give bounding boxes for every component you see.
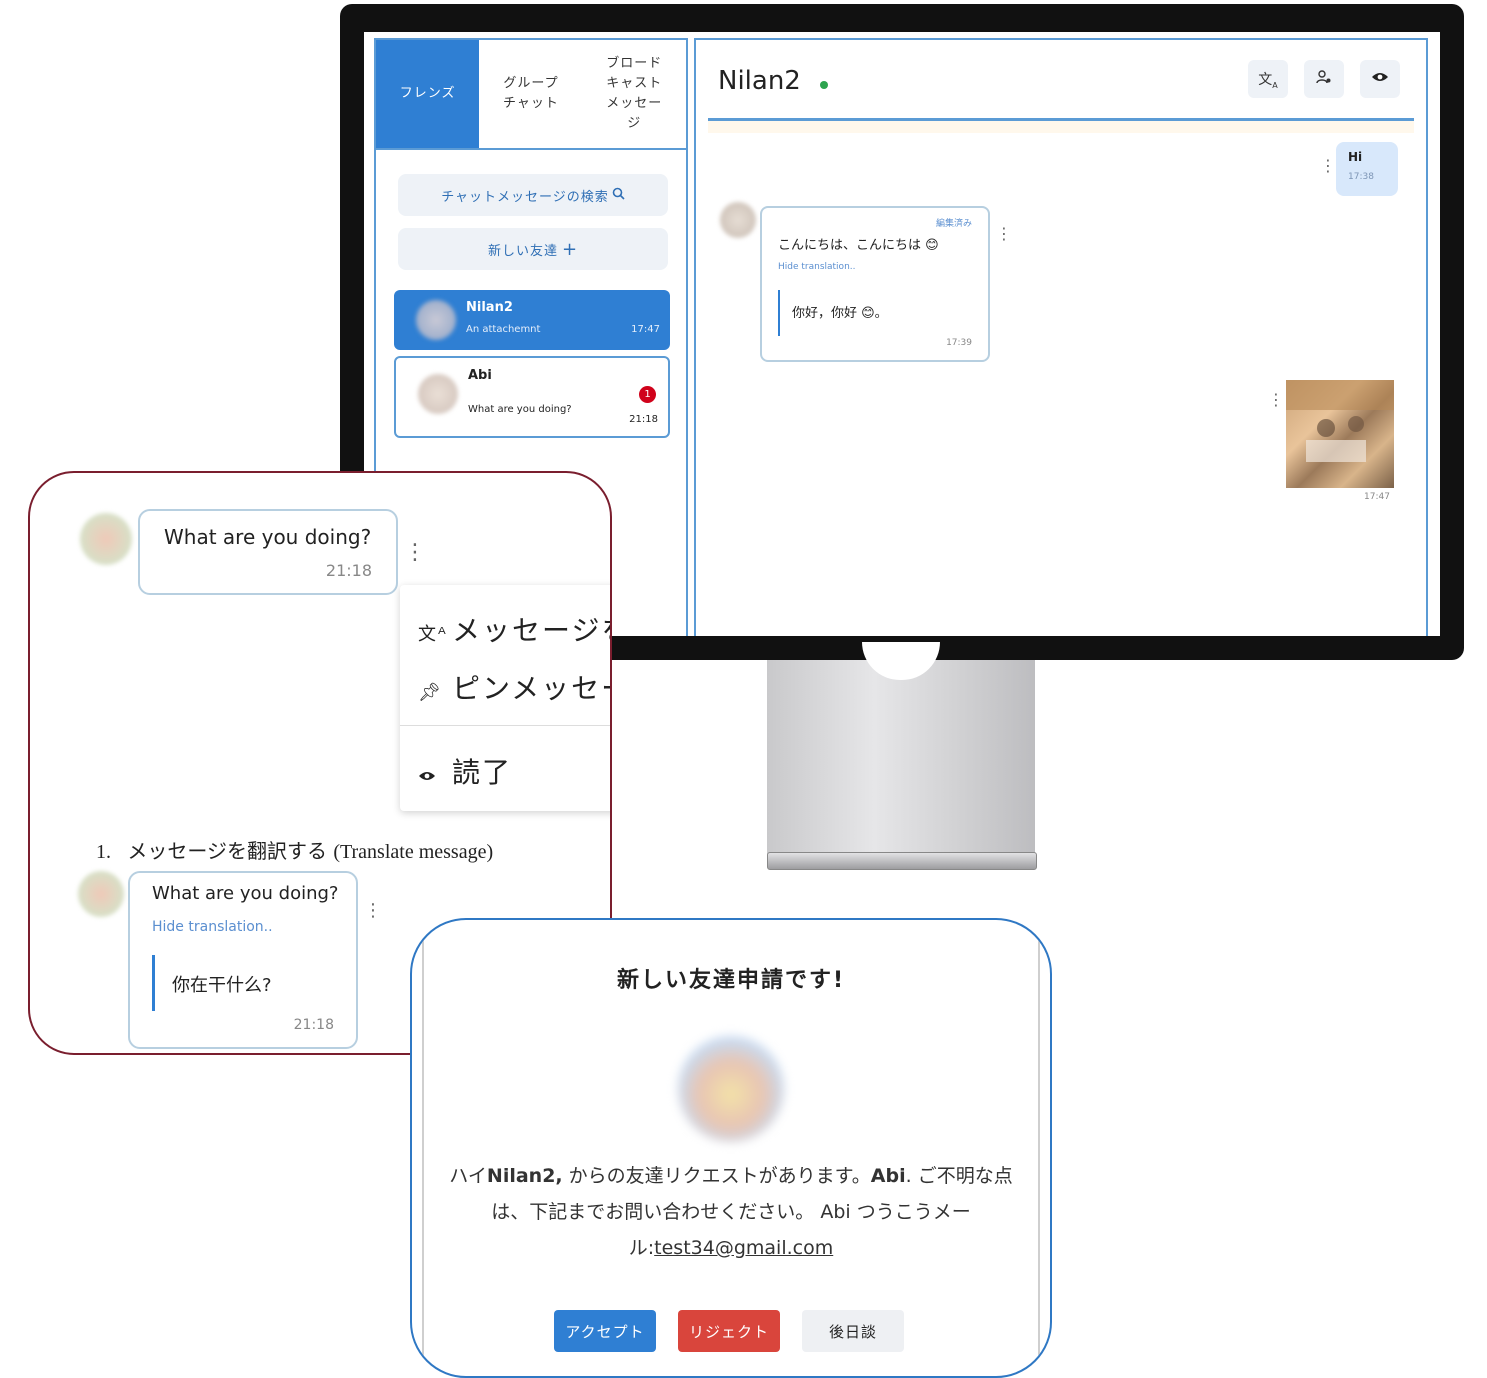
menu-item-label: メッセージを (452, 614, 610, 647)
caption: 1. メッセージを翻訳する (Translate message) (96, 835, 493, 864)
message-menu-icon[interactable]: ⋮ (996, 226, 1012, 242)
chat-panel: Nilan2 文A ⋮ Hi 17:38 編集済み こんにちは、こんにちは 😊 … (694, 38, 1428, 636)
camera-dot (900, 14, 930, 18)
translation-bar (778, 290, 780, 336)
tab-broadcast[interactable]: ブロードキャストメッセージ (583, 40, 686, 148)
message-bubble-incoming: 編集済み こんにちは、こんにちは 😊 Hide translation.. 你好… (760, 206, 990, 362)
pin-icon: 📌︎ (418, 682, 443, 703)
message-menu-icon[interactable]: ⋮ (1320, 158, 1336, 174)
hide-translation-link[interactable]: Hide translation.. (152, 919, 273, 935)
caption-en: (Translate message) (333, 841, 494, 863)
message-text: Hi (1348, 150, 1363, 164)
monitor-stand-foot (767, 852, 1037, 870)
menu-item-label: 読了 (452, 756, 513, 789)
tab-label: フレンズ (399, 86, 456, 101)
message-bubble-outgoing: Hi 17:38 (1336, 142, 1398, 196)
user-settings-icon (1316, 69, 1332, 89)
hide-translation-link[interactable]: Hide translation.. (778, 262, 856, 272)
message-time: 17:47 (1364, 492, 1390, 502)
friend-request-callout: 新しい友達申請です! ハイNilan2, からの友達リクエストがあります。Abi… (410, 918, 1052, 1378)
recipient-name: Abi (870, 1165, 906, 1187)
message-menu-icon[interactable]: ⋮ (364, 902, 382, 920)
avatar (678, 1036, 784, 1142)
edited-label: 編集済み (935, 219, 972, 229)
tab-label: ブロードキャストメッセージ (606, 56, 663, 131)
avatar (416, 300, 456, 340)
translation-text: 你好，你好 😊。 (792, 306, 888, 321)
unread-badge: 1 (639, 386, 656, 403)
email-link[interactable]: test34@gmail.com (654, 1237, 833, 1259)
image-attachment[interactable] (1286, 380, 1394, 488)
tab-group-chat[interactable]: グループチャット (479, 40, 582, 148)
message-time: 21:18 (293, 1017, 334, 1033)
eye-icon (1371, 71, 1389, 87)
translate-icon: 文ᴬ (418, 624, 448, 645)
contact-item-abi[interactable]: Abi What are you doing? 1 21:18 (394, 356, 670, 438)
eye-button[interactable] (1360, 60, 1400, 98)
modal-body: ハイNilan2, からの友達リクエストがあります。Abi. ご不明な点は、下記… (442, 1158, 1020, 1266)
translation-text: 你在干什么? (172, 975, 272, 996)
new-friend-button[interactable]: 新しい友達 + (398, 228, 668, 270)
later-button[interactable]: 後日談 (802, 1310, 904, 1352)
body-text: ハイ (449, 1165, 487, 1187)
online-status-dot (820, 81, 828, 89)
reject-button[interactable]: リジェクト (678, 1310, 780, 1352)
search-icon (612, 187, 625, 204)
message-menu-icon[interactable]: ⋮ (404, 542, 426, 564)
eye-icon (418, 766, 452, 787)
message-text: What are you doing? (152, 883, 339, 904)
tab-friends[interactable]: フレンズ (376, 40, 480, 148)
avatar (720, 202, 756, 238)
modal-title: 新しい友達申請です! (616, 968, 846, 993)
message-context-menu: 文ᴬメッセージを 📌︎ ピンメッセー 読了 (400, 585, 610, 811)
accept-button[interactable]: アクセプト (554, 1310, 656, 1352)
menu-item-pin[interactable]: 📌︎ ピンメッセー (418, 667, 610, 707)
translation-bar (152, 955, 155, 1011)
contact-name: Abi (468, 368, 492, 383)
caption-number: 1. (96, 841, 111, 863)
translate-icon: 文A (1258, 71, 1278, 90)
contact-time: 17:47 (631, 324, 660, 335)
sidebar-tabs: フレンズ グループチャット ブロードキャストメッセージ (376, 40, 686, 150)
message-time: 17:38 (1348, 172, 1374, 182)
photo-content (1286, 380, 1394, 462)
message-text: こんにちは、こんにちは 😊 (778, 238, 939, 253)
message-bubble: What are you doing? 21:18 (138, 509, 398, 595)
contact-item-nilan2[interactable]: Nilan2 An attachemnt 17:47 (394, 290, 670, 350)
monitor-stand (767, 660, 1035, 858)
sender-name: Nilan2, (486, 1165, 563, 1187)
chat-title: Nilan2 (718, 66, 801, 96)
contact-preview: What are you doing? (468, 404, 572, 415)
translate-button[interactable]: 文A (1248, 60, 1288, 98)
avatar (78, 871, 124, 917)
message-time: 17:39 (946, 338, 972, 348)
body-text: からの友達リクエストがあります。 (562, 1165, 871, 1187)
message-text: What are you doing? (164, 525, 372, 549)
new-friend-label: 新しい友達 (487, 243, 558, 259)
menu-divider (400, 725, 610, 726)
search-button-label: チャットメッセージの検索 (441, 189, 609, 205)
accept-label: アクセプト (565, 1322, 645, 1341)
message-menu-icon[interactable]: ⋮ (1268, 392, 1284, 408)
menu-item-mark-read[interactable]: 読了 (418, 751, 512, 791)
reject-label: リジェクト (688, 1322, 769, 1341)
menu-item-translate[interactable]: 文ᴬメッセージを (418, 609, 610, 649)
caption-jp: メッセージを翻訳する (127, 839, 327, 863)
tab-label: グループチャット (503, 76, 559, 111)
search-messages-button[interactable]: チャットメッセージの検索 (398, 174, 668, 216)
later-label: 後日談 (828, 1322, 877, 1341)
plus-icon: + (561, 238, 579, 260)
avatar (80, 513, 132, 565)
avatar (418, 374, 458, 414)
contact-preview: An attachemnt (466, 324, 541, 335)
message-time: 21:18 (325, 561, 372, 580)
translated-message-bubble: What are you doing? Hide translation.. 你… (128, 871, 358, 1049)
contact-time: 21:18 (629, 414, 658, 425)
menu-item-label: ピンメッセー (452, 672, 610, 705)
contact-name: Nilan2 (466, 300, 513, 315)
header-tint (708, 121, 1414, 133)
user-settings-button[interactable] (1304, 60, 1344, 98)
